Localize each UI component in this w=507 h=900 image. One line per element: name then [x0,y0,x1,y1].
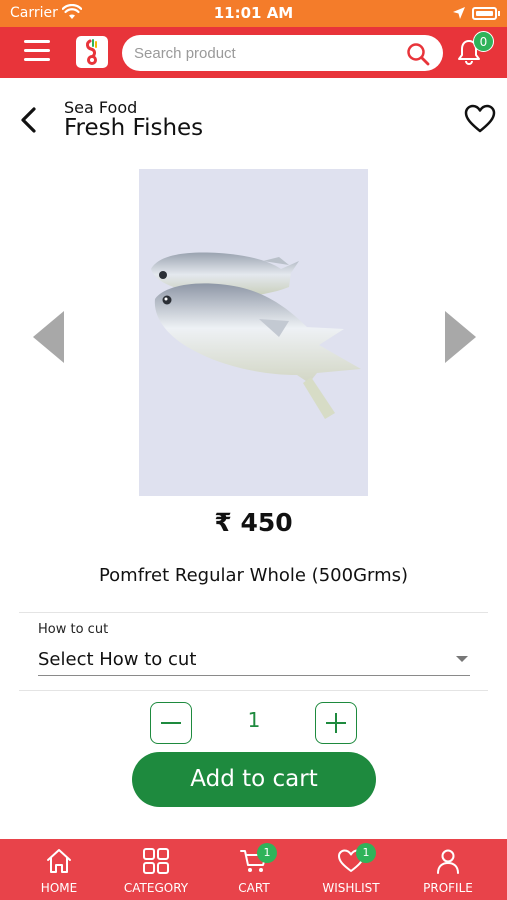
favorite-heart-icon[interactable] [464,104,496,134]
product-price: ₹ 450 [214,508,293,537]
cart-count-badge: 1 [257,843,277,863]
nav-category[interactable]: CATEGORY [107,839,205,900]
page-title: Fresh Fishes [64,115,204,141]
carousel-prev-arrow-icon[interactable] [32,310,66,364]
pomfret-fish-image [151,252,361,419]
nav-home[interactable]: HOME [10,839,108,900]
quantity-increase-button[interactable] [315,702,357,744]
nav-wishlist-label: WISHLIST [322,881,380,895]
product-image [139,169,368,496]
nav-profile-label: PROFILE [423,881,473,895]
dropdown-caret-icon [456,656,468,662]
battery-icon [472,7,500,20]
hamburger-menu-button[interactable] [24,40,50,62]
home-icon [47,849,71,873]
search-icon[interactable] [406,42,430,66]
cut-option-label: How to cut [38,622,109,637]
search-bar[interactable] [122,35,443,71]
notification-count-badge: 0 [473,31,494,52]
minus-icon [161,722,181,724]
app-header: 0 [0,27,507,78]
product-name: Pomfret Regular Whole (500Grms) [98,565,409,586]
carousel-next-arrow-icon[interactable] [443,310,477,364]
location-arrow-icon [453,7,465,19]
status-bar: Carrier 11:01 AM [0,0,507,27]
app-logo[interactable] [76,36,108,68]
add-to-cart-button[interactable]: Add to cart [132,752,376,807]
nav-home-label: HOME [40,881,78,895]
nav-profile[interactable]: PROFILE [399,839,497,900]
grid-icon [143,848,169,874]
logo-icon [86,39,97,65]
cut-option-dropdown[interactable]: Select How to cut [38,645,470,676]
back-arrow-icon[interactable] [18,106,42,134]
quantity-value: 1 [247,708,261,732]
nav-cart[interactable]: 1 CART [205,839,303,900]
cut-option-value: Select How to cut [38,649,197,670]
quantity-decrease-button[interactable] [150,702,192,744]
divider [19,612,488,613]
bottom-nav: HOME CATEGORY 1 CART 1 WISHLIST PROFILE [0,839,507,900]
search-input[interactable] [134,41,394,65]
wishlist-count-badge: 1 [356,843,376,863]
nav-category-label: CATEGORY [123,881,189,895]
divider [19,690,488,691]
nav-cart-label: CART [238,881,270,895]
clock: 11:01 AM [213,4,294,22]
nav-wishlist[interactable]: 1 WISHLIST [302,839,400,900]
user-icon [437,849,459,874]
